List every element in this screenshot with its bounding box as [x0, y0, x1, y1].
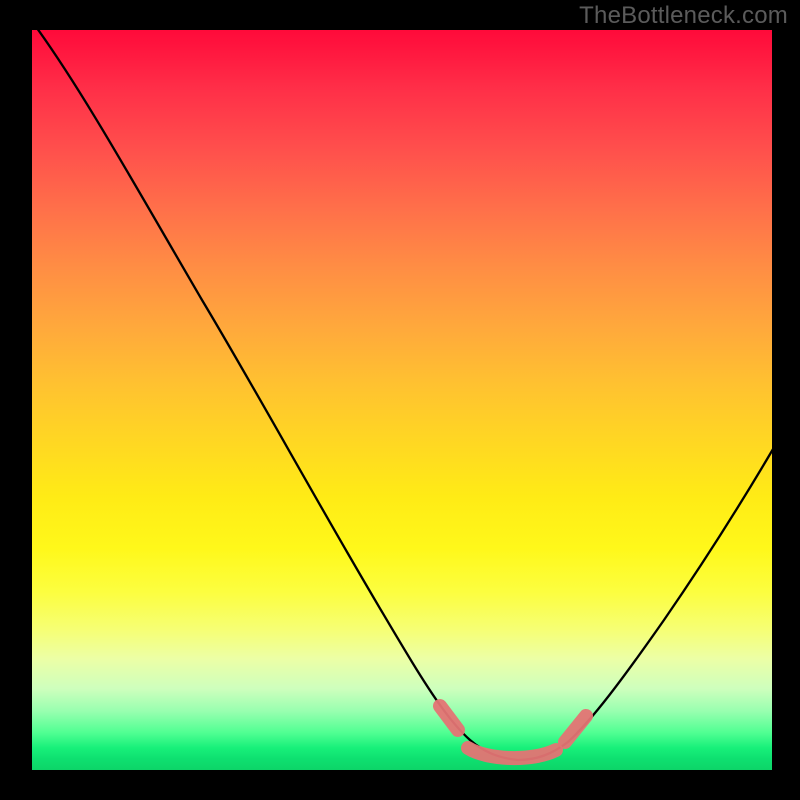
- optimal-range-highlight-right: [565, 716, 586, 742]
- bottleneck-curve: [34, 30, 772, 760]
- curve-layer: [32, 30, 772, 770]
- watermark-text: TheBottleneck.com: [579, 2, 788, 30]
- optimal-range-highlight-left: [440, 706, 458, 730]
- chart-stage: TheBottleneck.com: [0, 0, 800, 800]
- plot-area: [32, 30, 772, 770]
- optimal-range-highlight-bottom: [468, 748, 556, 758]
